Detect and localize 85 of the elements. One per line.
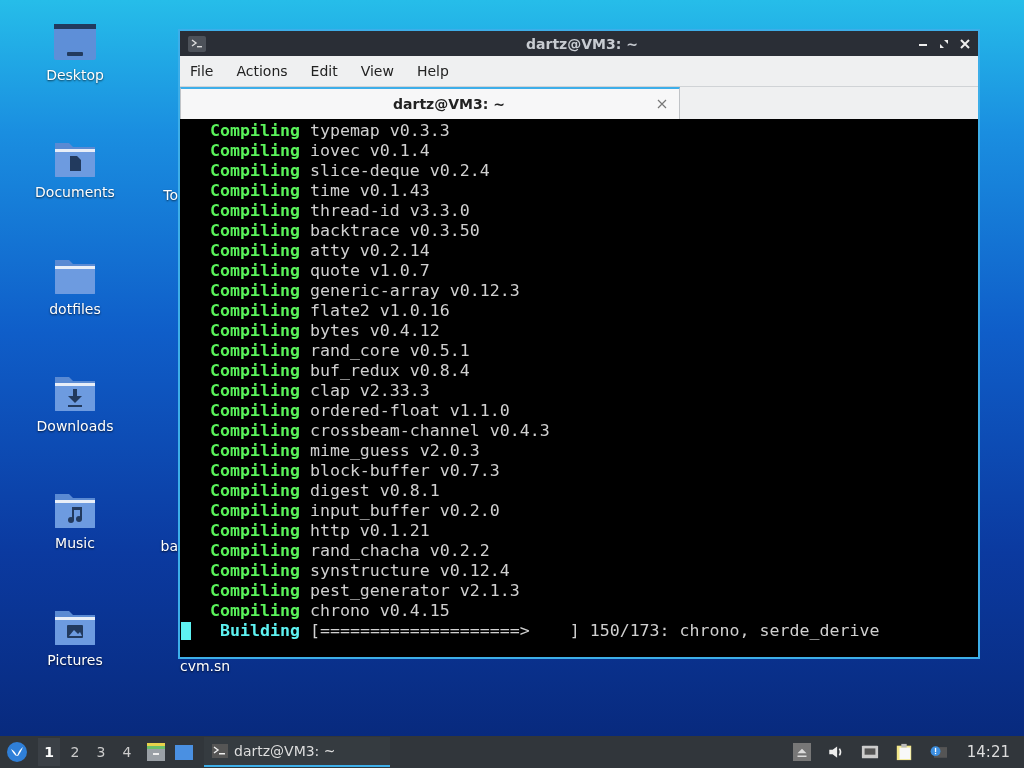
compiling-label: Compiling <box>210 161 300 181</box>
building-label: Building <box>220 621 300 641</box>
menu-item[interactable]: File <box>190 63 214 79</box>
notes-icon[interactable] <box>894 743 913 761</box>
crate-name: rand_chacha v0.2.2 <box>309 541 490 561</box>
start-menu-icon[interactable] <box>6 741 28 763</box>
crate-name: crossbeam-channel v0.4.3 <box>309 421 550 441</box>
compiling-label: Compiling <box>210 181 300 201</box>
compiling-label: Compiling <box>210 281 300 301</box>
icon-label[interactable]: To <box>163 187 178 203</box>
crate-name: ordered-float v1.1.0 <box>309 401 510 421</box>
crate-name: synstructure v0.12.4 <box>309 561 510 581</box>
crate-name: http v0.1.21 <box>309 521 430 541</box>
crate-name: backtrace v0.3.50 <box>309 221 480 241</box>
terminal-tab[interactable]: dartz@VM3: ~ <box>180 87 680 119</box>
crate-name: slice-deque v0.2.4 <box>309 161 490 181</box>
compiling-label: Compiling <box>210 301 300 321</box>
compiling-label: Compiling <box>210 261 300 281</box>
crate-name: rand_core v0.5.1 <box>309 341 470 361</box>
compiling-label: Compiling <box>210 121 300 141</box>
file-cabinet-icon[interactable] <box>146 742 166 762</box>
menu-item[interactable]: Edit <box>310 63 338 79</box>
clock[interactable]: 14:21 <box>966 743 1010 761</box>
window-title: dartz@VM3: ~ <box>525 35 639 52</box>
icon-label[interactable]: Music <box>55 535 95 551</box>
workspace-button[interactable]: 1 <box>38 738 60 766</box>
crate-name: digest v0.8.1 <box>309 481 440 501</box>
desktop-folder-icon[interactable] <box>53 22 97 62</box>
compiling-label: Compiling <box>210 421 300 441</box>
compiling-label: Compiling <box>210 141 300 161</box>
compiling-label: Compiling <box>210 461 300 481</box>
compiling-label: Compiling <box>210 241 300 261</box>
cursor <box>181 622 191 640</box>
crate-name: quote v1.0.7 <box>309 261 430 281</box>
menu-item[interactable]: View <box>360 63 394 79</box>
crate-name: buf_redux v0.8.4 <box>309 361 470 381</box>
workspace-button[interactable]: 4 <box>116 738 138 766</box>
terminal-icon <box>188 35 206 52</box>
crate-name: block-buffer v0.7.3 <box>309 461 500 481</box>
compiling-label: Compiling <box>210 361 300 381</box>
compiling-label: Compiling <box>210 541 300 561</box>
workspace-button[interactable]: 2 <box>64 738 86 766</box>
icon-label[interactable]: Downloads <box>36 418 114 434</box>
compiling-label: Compiling <box>210 401 300 421</box>
crate-name: bytes v0.4.12 <box>309 321 440 341</box>
icon-label[interactable]: Documents <box>35 184 115 200</box>
compiling-label: Compiling <box>210 481 300 501</box>
crate-name: flate2 v1.0.16 <box>309 301 450 321</box>
compiling-label: Compiling <box>210 581 300 601</box>
crate-name: clap v2.33.3 <box>309 381 430 401</box>
compiling-label: Compiling <box>210 341 300 361</box>
crate-name: generic-array v0.12.3 <box>309 281 520 301</box>
crate-name: typemap v0.3.3 <box>309 121 450 141</box>
network-icon[interactable] <box>860 743 879 761</box>
progress-text: [====================> ] 150/173: chrono, serde_derive <box>309 621 880 641</box>
compiling-label: Compiling <box>210 501 300 521</box>
icon-label[interactable]: Pictures <box>47 652 103 668</box>
icon-label[interactable]: cvm.sn <box>180 659 231 674</box>
notification-icon[interactable] <box>928 743 947 761</box>
terminal-icon <box>212 744 228 758</box>
crate-name: chrono v0.4.15 <box>309 601 450 621</box>
compiling-label: Compiling <box>210 601 300 621</box>
compiling-label: Compiling <box>210 521 300 541</box>
compiling-label: Compiling <box>210 441 300 461</box>
compiling-label: Compiling <box>210 221 300 241</box>
icon-label[interactable]: ba <box>160 538 178 554</box>
icon-label[interactable]: dotfiles <box>49 301 101 317</box>
compiling-label: Compiling <box>210 561 300 581</box>
eject-icon[interactable] <box>792 743 811 761</box>
crate-name: pest_generator v2.1.3 <box>309 581 520 601</box>
crate-name: mime_guess v2.0.3 <box>309 441 480 461</box>
menu-item[interactable]: Actions <box>236 63 288 79</box>
workspace-button[interactable]: 3 <box>90 738 112 766</box>
menu-item[interactable]: Help <box>416 63 449 79</box>
crate-name: atty v0.2.14 <box>309 241 430 261</box>
maximize-icon[interactable] <box>939 38 949 49</box>
crate-name: iovec v0.1.4 <box>309 141 430 161</box>
compiling-label: Compiling <box>210 381 300 401</box>
crate-name: thread-id v3.3.0 <box>309 201 470 221</box>
compiling-label: Compiling <box>210 201 300 221</box>
compiling-label: Compiling <box>210 321 300 341</box>
desktop-icon[interactable] <box>174 742 194 762</box>
taskbar-task[interactable]: dartz@VM3: ~ <box>204 737 390 767</box>
crate-name: input_buffer v0.2.0 <box>309 501 500 521</box>
crate-name: time v0.1.43 <box>309 181 430 201</box>
